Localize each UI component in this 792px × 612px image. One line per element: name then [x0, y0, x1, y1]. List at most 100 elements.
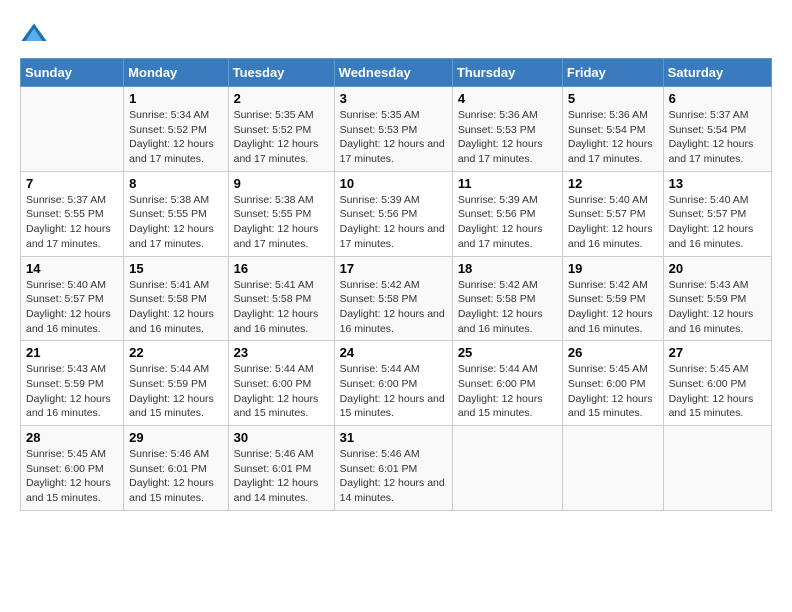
day-info: Sunrise: 5:40 AMSunset: 5:57 PMDaylight:…	[568, 193, 658, 252]
day-cell: 26 Sunrise: 5:45 AMSunset: 6:00 PMDayligh…	[562, 341, 663, 426]
day-cell: 12 Sunrise: 5:40 AMSunset: 5:57 PMDayligh…	[562, 171, 663, 256]
day-number: 12	[568, 176, 658, 191]
day-number: 18	[458, 261, 557, 276]
day-cell: 13 Sunrise: 5:40 AMSunset: 5:57 PMDayligh…	[663, 171, 771, 256]
day-cell: 9Sunrise: 5:38 AMSunset: 5:55 PMDaylight…	[228, 171, 334, 256]
day-number: 9	[234, 176, 329, 191]
day-number: 23	[234, 345, 329, 360]
day-header-monday: Monday	[124, 59, 228, 87]
day-info: Sunrise: 5:38 AMSunset: 5:55 PMDaylight:…	[129, 193, 222, 252]
day-number: 20	[669, 261, 766, 276]
day-number: 1	[129, 91, 222, 106]
day-header-tuesday: Tuesday	[228, 59, 334, 87]
day-cell: 23 Sunrise: 5:44 AMSunset: 6:00 PMDayligh…	[228, 341, 334, 426]
day-cell: 31 Sunrise: 5:46 AMSunset: 6:01 PMDayligh…	[334, 426, 452, 511]
day-info: Sunrise: 5:45 AMSunset: 6:00 PMDaylight:…	[26, 447, 118, 506]
day-info: Sunrise: 5:42 AMSunset: 5:58 PMDaylight:…	[340, 278, 447, 337]
day-cell	[562, 426, 663, 511]
day-info: Sunrise: 5:40 AMSunset: 5:57 PMDaylight:…	[669, 193, 766, 252]
calendar-table: SundayMondayTuesdayWednesdayThursdayFrid…	[20, 58, 772, 511]
day-cell: 21Sunrise: 5:43 AMSunset: 5:59 PMDayligh…	[21, 341, 124, 426]
day-cell: 10 Sunrise: 5:39 AMSunset: 5:56 PMDayligh…	[334, 171, 452, 256]
day-cell: 30 Sunrise: 5:46 AMSunset: 6:01 PMDayligh…	[228, 426, 334, 511]
day-number: 30	[234, 430, 329, 445]
week-row-2: 7 Sunrise: 5:37 AMSunset: 5:55 PMDaylight…	[21, 171, 772, 256]
week-row-3: 14Sunrise: 5:40 AMSunset: 5:57 PMDayligh…	[21, 256, 772, 341]
day-number: 31	[340, 430, 447, 445]
day-header-wednesday: Wednesday	[334, 59, 452, 87]
day-cell: 18 Sunrise: 5:42 AMSunset: 5:58 PMDayligh…	[452, 256, 562, 341]
day-number: 21	[26, 345, 118, 360]
day-info: Sunrise: 5:37 AMSunset: 5:55 PMDaylight:…	[26, 193, 118, 252]
day-number: 25	[458, 345, 557, 360]
day-cell	[663, 426, 771, 511]
day-cell: 6 Sunrise: 5:37 AMSunset: 5:54 PMDaylight…	[663, 87, 771, 172]
day-number: 16	[234, 261, 329, 276]
day-info: Sunrise: 5:42 AMSunset: 5:58 PMDaylight:…	[458, 278, 557, 337]
day-number: 8	[129, 176, 222, 191]
day-number: 5	[568, 91, 658, 106]
day-cell: 3 Sunrise: 5:35 AMSunset: 5:53 PMDaylight…	[334, 87, 452, 172]
day-cell: 1 Sunrise: 5:34 AMSunset: 5:52 PMDaylight…	[124, 87, 228, 172]
day-cell: 2Sunrise: 5:35 AMSunset: 5:52 PMDaylight…	[228, 87, 334, 172]
day-info: Sunrise: 5:41 AMSunset: 5:58 PMDaylight:…	[129, 278, 222, 337]
day-cell	[452, 426, 562, 511]
day-cell: 19 Sunrise: 5:42 AMSunset: 5:59 PMDayligh…	[562, 256, 663, 341]
day-info: Sunrise: 5:46 AMSunset: 6:01 PMDaylight:…	[340, 447, 447, 506]
day-number: 28	[26, 430, 118, 445]
day-header-saturday: Saturday	[663, 59, 771, 87]
day-cell: 14Sunrise: 5:40 AMSunset: 5:57 PMDayligh…	[21, 256, 124, 341]
day-header-friday: Friday	[562, 59, 663, 87]
day-info: Sunrise: 5:40 AMSunset: 5:57 PMDaylight:…	[26, 278, 118, 337]
day-cell: 27Sunrise: 5:45 AMSunset: 6:00 PMDayligh…	[663, 341, 771, 426]
day-number: 17	[340, 261, 447, 276]
day-header-thursday: Thursday	[452, 59, 562, 87]
week-row-4: 21Sunrise: 5:43 AMSunset: 5:59 PMDayligh…	[21, 341, 772, 426]
day-info: Sunrise: 5:37 AMSunset: 5:54 PMDaylight:…	[669, 108, 766, 167]
day-number: 13	[669, 176, 766, 191]
day-number: 26	[568, 345, 658, 360]
page-header	[20, 20, 772, 48]
day-info: Sunrise: 5:45 AMSunset: 6:00 PMDaylight:…	[568, 362, 658, 421]
week-row-5: 28 Sunrise: 5:45 AMSunset: 6:00 PMDayligh…	[21, 426, 772, 511]
day-cell: 11Sunrise: 5:39 AMSunset: 5:56 PMDayligh…	[452, 171, 562, 256]
day-number: 24	[340, 345, 447, 360]
day-cell: 7 Sunrise: 5:37 AMSunset: 5:55 PMDaylight…	[21, 171, 124, 256]
day-cell: 5Sunrise: 5:36 AMSunset: 5:54 PMDaylight…	[562, 87, 663, 172]
day-number: 6	[669, 91, 766, 106]
day-number: 15	[129, 261, 222, 276]
day-cell: 25 Sunrise: 5:44 AMSunset: 6:00 PMDayligh…	[452, 341, 562, 426]
week-row-1: 1 Sunrise: 5:34 AMSunset: 5:52 PMDaylight…	[21, 87, 772, 172]
day-number: 10	[340, 176, 447, 191]
day-info: Sunrise: 5:36 AMSunset: 5:53 PMDaylight:…	[458, 108, 557, 167]
day-info: Sunrise: 5:44 AMSunset: 6:00 PMDaylight:…	[234, 362, 329, 421]
day-info: Sunrise: 5:35 AMSunset: 5:53 PMDaylight:…	[340, 108, 447, 167]
day-info: Sunrise: 5:44 AMSunset: 6:00 PMDaylight:…	[458, 362, 557, 421]
day-info: Sunrise: 5:41 AMSunset: 5:58 PMDaylight:…	[234, 278, 329, 337]
day-cell: 16 Sunrise: 5:41 AMSunset: 5:58 PMDayligh…	[228, 256, 334, 341]
day-info: Sunrise: 5:39 AMSunset: 5:56 PMDaylight:…	[340, 193, 447, 252]
day-cell: 22 Sunrise: 5:44 AMSunset: 5:59 PMDayligh…	[124, 341, 228, 426]
day-info: Sunrise: 5:39 AMSunset: 5:56 PMDaylight:…	[458, 193, 557, 252]
day-cell: 8 Sunrise: 5:38 AMSunset: 5:55 PMDaylight…	[124, 171, 228, 256]
day-info: Sunrise: 5:34 AMSunset: 5:52 PMDaylight:…	[129, 108, 222, 167]
day-header-sunday: Sunday	[21, 59, 124, 87]
header-row: SundayMondayTuesdayWednesdayThursdayFrid…	[21, 59, 772, 87]
logo-icon	[20, 20, 48, 48]
logo	[20, 20, 52, 48]
day-cell: 4Sunrise: 5:36 AMSunset: 5:53 PMDaylight…	[452, 87, 562, 172]
day-number: 19	[568, 261, 658, 276]
day-number: 29	[129, 430, 222, 445]
day-cell: 17 Sunrise: 5:42 AMSunset: 5:58 PMDayligh…	[334, 256, 452, 341]
day-cell: 24Sunrise: 5:44 AMSunset: 6:00 PMDayligh…	[334, 341, 452, 426]
day-info: Sunrise: 5:46 AMSunset: 6:01 PMDaylight:…	[234, 447, 329, 506]
day-number: 7	[26, 176, 118, 191]
day-number: 22	[129, 345, 222, 360]
day-info: Sunrise: 5:35 AMSunset: 5:52 PMDaylight:…	[234, 108, 329, 167]
day-cell: 29Sunrise: 5:46 AMSunset: 6:01 PMDayligh…	[124, 426, 228, 511]
day-number: 3	[340, 91, 447, 106]
day-info: Sunrise: 5:42 AMSunset: 5:59 PMDaylight:…	[568, 278, 658, 337]
day-number: 27	[669, 345, 766, 360]
day-cell: 28 Sunrise: 5:45 AMSunset: 6:00 PMDayligh…	[21, 426, 124, 511]
day-info: Sunrise: 5:44 AMSunset: 5:59 PMDaylight:…	[129, 362, 222, 421]
